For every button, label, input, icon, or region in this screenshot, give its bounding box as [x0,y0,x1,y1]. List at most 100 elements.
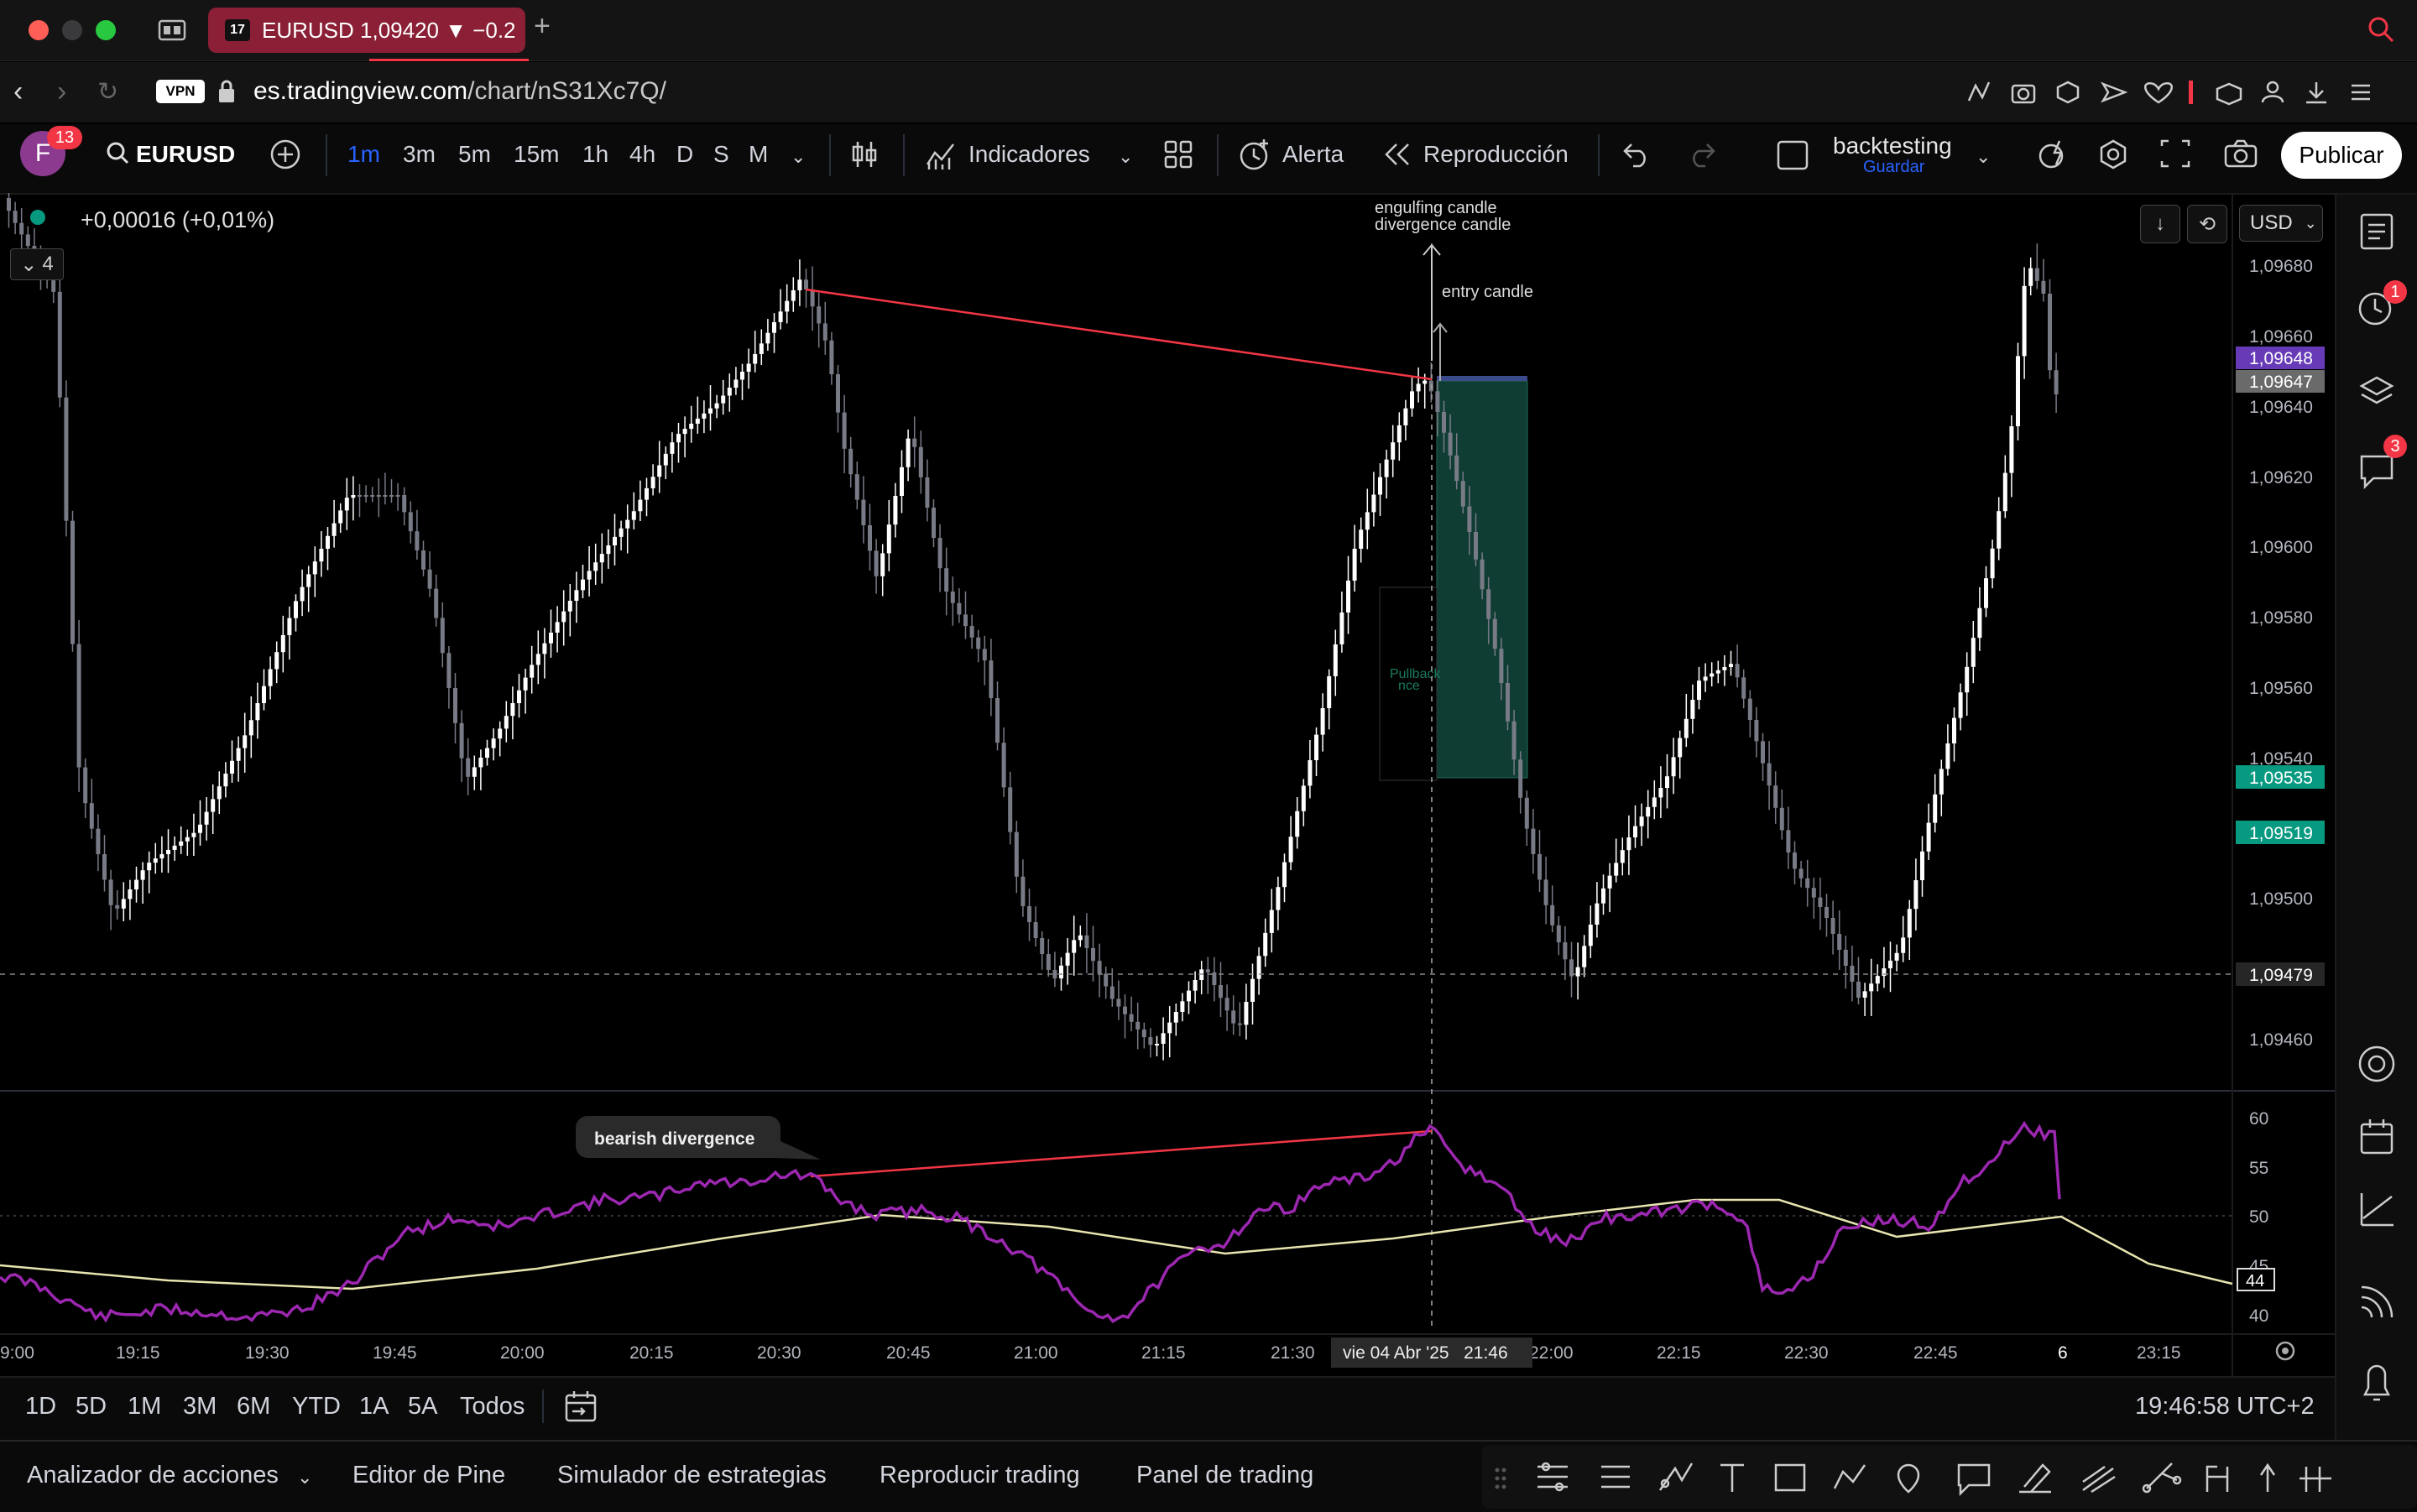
close-window-button[interactable] [29,20,49,40]
rsi-tick-55: 55 [2249,1159,2268,1178]
price-tag-gray-text: 1,09647 [2249,373,2313,392]
candle-body [1448,432,1453,456]
market-status-icon[interactable] [30,210,45,225]
drawing-tools-icons [1495,1462,2331,1497]
layout-checkbox-icon[interactable] [1776,139,1809,171]
redo-icon[interactable] [1687,141,1717,168]
candle-body [1109,986,1115,999]
timeframe-1h[interactable]: 1h [582,141,608,168]
clock-timezone[interactable]: 19:46:58 UTC+2 [2135,1393,2315,1421]
engulfing-annotation[interactable]: engulfing candle [1375,199,1497,217]
timeframe-m[interactable]: M [749,141,768,168]
layout-dropdown-icon[interactable]: ⌄ [1976,146,1991,168]
candle-body [2048,294,2052,371]
candle-body [663,453,668,466]
candle-body [1224,998,1229,1011]
candle-body [248,720,253,736]
tab-stock-screener[interactable]: Analizador de acciones [27,1462,279,1489]
candle-body [1639,816,1644,826]
candle-body [1467,506,1472,532]
undo-icon[interactable] [1621,141,1652,168]
timeframe-d[interactable]: D [676,141,693,168]
currency-select[interactable]: USD ⌄ [2239,205,2323,242]
auto-scale-button[interactable]: ⟲ [2187,205,2227,243]
replay-rewind-icon[interactable] [1383,141,1412,168]
candle-body [363,495,368,497]
range-ytd[interactable]: YTD [292,1393,341,1421]
candle-body [427,569,432,589]
candle-body [243,735,248,748]
candle-body [1180,1001,1185,1012]
tab-pine-editor[interactable]: Editor de Pine [352,1462,505,1489]
candle-body [230,760,234,774]
forward-arrow-icon[interactable]: › [57,76,66,108]
indicators-dropdown-icon[interactable]: ⌄ [1118,146,1133,168]
search-icon[interactable] [2367,15,2395,44]
alert-clock-icon[interactable] [1237,138,1272,171]
candle-body [108,879,113,905]
range-todos[interactable]: Todos [460,1393,525,1421]
divergence-candle-annotation[interactable]: divergence candle [1375,216,1511,234]
new-tab-button[interactable]: + [534,10,551,43]
range-6m[interactable]: 6M [237,1393,270,1421]
indicators-button[interactable]: Indicadores [968,141,1090,168]
tab-trading-panel[interactable]: Panel de trading [1136,1462,1313,1489]
minimize-window-button[interactable] [62,20,82,40]
timeframe-4h[interactable]: 4h [629,141,655,168]
browser-tab-active[interactable]: 17 EURUSD 1,09420 ▼ −0.2 [208,8,525,53]
publish-button[interactable]: Publicar [2281,132,2402,179]
rsi-trend-line[interactable] [810,1129,1433,1178]
range-1a[interactable]: 1A [359,1393,389,1421]
url-text[interactable]: es.tradingview.com/chart/nS31Xc7Q/ [253,77,666,106]
chart-actions-icons [2039,139,2258,169]
candle-body [854,474,859,500]
time-tick-10: 21:15 [1141,1343,1186,1363]
candle-body [1123,1006,1127,1014]
compare-symbol-icon[interactable] [269,138,302,171]
layout-name[interactable]: backtesting [1833,133,1952,159]
range-1d[interactable]: 1D [25,1393,56,1421]
sidebar-toggle-icon[interactable] [158,18,186,42]
timeframe-s[interactable]: S [713,141,729,168]
bearish-divergence-callout[interactable]: bearish divergence [576,1116,821,1160]
short-position-stop[interactable] [1437,376,1527,381]
range-1m[interactable]: 1M [128,1393,161,1421]
candle-body [1524,797,1529,829]
entry-candle-annotation[interactable]: entry candle [1442,283,1533,301]
timeframe-1m[interactable]: 1m [347,141,380,168]
price-tick-2: 1,09660 [2249,327,2313,347]
reload-icon[interactable]: ↻ [97,77,118,107]
symbol-name[interactable]: EURUSD [136,141,235,168]
tab-strategy-tester[interactable]: Simulador de estrategias [557,1462,827,1489]
price-trend-line[interactable] [805,288,1433,381]
replay-button[interactable]: Reproducción [1423,141,1569,168]
layouts-grid-icon[interactable] [1163,139,1193,169]
symbol-search-icon[interactable] [106,141,129,166]
timeframe-15m[interactable]: 15m [514,141,559,168]
candle-body [274,652,279,670]
back-arrow-icon[interactable]: ‹ [13,76,23,108]
range-3m[interactable]: 3M [183,1393,217,1421]
legend-collapse-button[interactable]: ⌄ 4 [10,248,64,280]
maximize-window-button[interactable] [96,20,116,40]
vpn-badge[interactable]: VPN [156,80,205,103]
range-5a[interactable]: 5A [408,1393,437,1421]
indicators-icon[interactable] [925,139,958,171]
candles-chart-type-icon[interactable] [849,139,880,169]
tab-replay-trading[interactable]: Reproducir trading [880,1462,1080,1489]
browser-toolbar-icons [1967,81,2370,106]
scroll-down-button[interactable]: ↓ [2140,205,2180,243]
range-5d[interactable]: 5D [76,1393,107,1421]
timeframe-dropdown-icon[interactable]: ⌄ [791,146,806,168]
candle-body [1811,888,1816,898]
timeframe-3m[interactable]: 3m [403,141,436,168]
price-tick-6: 1,09580 [2249,608,2313,628]
candle-body [932,508,936,539]
layout-save-label[interactable]: Guardar [1863,158,1924,177]
candle-body [1263,932,1268,957]
goto-date-icon[interactable] [564,1389,598,1423]
chart-canvas[interactable]: Pullback nce engulfing candle divergence… [0,193,2335,1376]
alert-button[interactable]: Alerta [1282,141,1344,168]
screener-dropdown-icon[interactable]: ⌄ [297,1467,312,1489]
timeframe-5m[interactable]: 5m [458,141,491,168]
